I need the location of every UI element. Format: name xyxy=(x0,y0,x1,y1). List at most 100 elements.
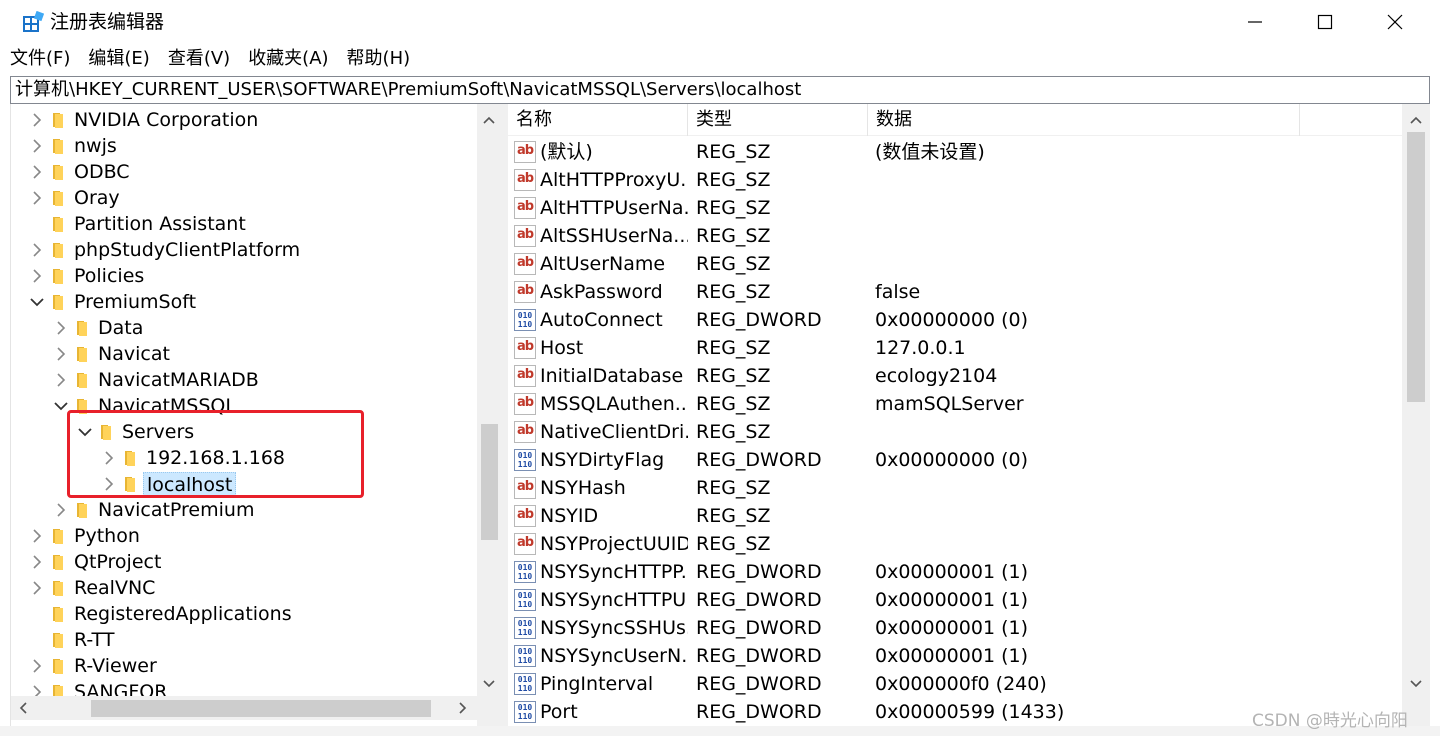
tree-item-navicat[interactable]: Navicat xyxy=(11,341,477,367)
value-row[interactable]: ab AltSSHUserNa... REG_SZ xyxy=(508,222,1402,250)
pane-splitter[interactable] xyxy=(500,104,508,726)
tree-item-nvidia-corporation[interactable]: NVIDIA Corporation xyxy=(11,107,477,133)
chevron-right-icon[interactable] xyxy=(101,450,117,466)
tree-vertical-thumb[interactable] xyxy=(481,424,498,540)
value-row[interactable]: 010 110 NSYDirtyFlag REG_DWORD 0x00000000 (0… xyxy=(508,446,1402,474)
folder-icon xyxy=(51,215,67,233)
tree-horizontal-scrollbar[interactable] xyxy=(11,696,477,720)
scroll-down-icon[interactable] xyxy=(1402,670,1430,698)
tree-item-localhost[interactable]: localhost xyxy=(11,471,477,498)
scroll-down-icon[interactable] xyxy=(477,672,500,696)
value-row[interactable]: ab (默认) REG_SZ (数值未设置) xyxy=(508,138,1402,166)
value-name: Port xyxy=(540,701,578,723)
tree-item-realvnc[interactable]: RealVNC xyxy=(11,575,477,601)
folder-icon xyxy=(51,527,67,545)
value-row[interactable]: ab InitialDatabase REG_SZ ecology2104 xyxy=(508,362,1402,390)
column-data[interactable]: 数据 xyxy=(868,104,1300,136)
scroll-up-icon[interactable] xyxy=(1402,106,1430,134)
chevron-right-icon[interactable] xyxy=(53,320,69,336)
tree-item-navicatmssql[interactable]: NavicatMSSQL xyxy=(11,393,477,419)
chevron-right-icon[interactable] xyxy=(29,112,45,128)
chevron-right-icon[interactable] xyxy=(29,268,45,284)
value-row[interactable]: ab NSYProjectUUID REG_SZ xyxy=(508,530,1402,558)
tree-item-label: NavicatPremium xyxy=(98,499,255,521)
scroll-up-icon[interactable] xyxy=(477,108,500,132)
chevron-right-icon[interactable] xyxy=(29,164,45,180)
tree-horizontal-thumb[interactable] xyxy=(91,700,431,717)
value-row[interactable]: 010 110 NSYSyncHTTPU... REG_DWORD 0x00000001… xyxy=(508,586,1402,614)
chevron-down-icon[interactable] xyxy=(29,294,45,310)
menu-view[interactable]: 查看(V) xyxy=(158,44,238,74)
value-row[interactable]: 010 110 NSYSyncHTTPP... REG_DWORD 0x00000001… xyxy=(508,558,1402,586)
value-row[interactable]: ab NSYHash REG_SZ xyxy=(508,474,1402,502)
chevron-right-icon[interactable] xyxy=(29,658,45,674)
address-bar[interactable]: 计算机\HKEY_CURRENT_USER\SOFTWARE\PremiumSo… xyxy=(10,76,1430,104)
menu-file[interactable]: 文件(F) xyxy=(0,44,78,74)
tree-item-qtproject[interactable]: QtProject xyxy=(11,549,477,575)
chevron-right-icon[interactable] xyxy=(29,190,45,206)
close-button[interactable] xyxy=(1360,0,1430,44)
value-name: NativeClientDri... xyxy=(540,421,688,443)
chevron-right-icon[interactable] xyxy=(29,554,45,570)
value-row[interactable]: ab AskPassword REG_SZ false xyxy=(508,278,1402,306)
tree-item-navicatmariadb[interactable]: NavicatMARIADB xyxy=(11,367,477,393)
value-row[interactable]: 010 110 NSYSyncUserN... REG_DWORD 0x00000001… xyxy=(508,642,1402,670)
folder-icon xyxy=(51,137,67,155)
tree-item-python[interactable]: Python xyxy=(11,523,477,549)
value-name: Host xyxy=(540,337,584,359)
minimize-button[interactable] xyxy=(1220,0,1290,44)
tree-item-registeredapplications[interactable]: RegisteredApplications xyxy=(11,601,477,627)
chevron-right-icon[interactable] xyxy=(53,502,69,518)
tree-item-partition-assistant[interactable]: Partition Assistant xyxy=(11,211,477,237)
tree-item-policies[interactable]: Policies xyxy=(11,263,477,289)
chevron-right-icon[interactable] xyxy=(29,242,45,258)
value-row[interactable]: 010 110 AutoConnect REG_DWORD 0x00000000 (0) xyxy=(508,306,1402,334)
binary-value-icon: 010 110 xyxy=(514,645,536,667)
chevron-right-icon[interactable] xyxy=(29,580,45,596)
chevron-right-icon[interactable] xyxy=(101,476,117,492)
tree-item-premiumsoft[interactable]: PremiumSoft xyxy=(11,289,477,315)
chevron-right-icon[interactable] xyxy=(29,138,45,154)
value-row[interactable]: 010 110 PingInterval REG_DWORD 0x000000f0 (2… xyxy=(508,670,1402,698)
tree-item-label: R-Viewer xyxy=(74,655,157,677)
chevron-right-icon[interactable] xyxy=(53,372,69,388)
folder-icon xyxy=(51,241,67,259)
scroll-right-icon[interactable] xyxy=(451,696,475,720)
maximize-button[interactable] xyxy=(1290,0,1360,44)
tree-vertical-scrollbar[interactable] xyxy=(477,104,500,696)
value-row[interactable]: 010 110 NSYSyncSSHUs... REG_DWORD 0x00000001… xyxy=(508,614,1402,642)
folder-icon xyxy=(75,345,91,363)
value-type: REG_DWORD xyxy=(696,589,822,611)
tree-item-navicatpremium[interactable]: NavicatPremium xyxy=(11,497,477,523)
column-name[interactable]: 名称 xyxy=(508,104,688,136)
column-type[interactable]: 类型 xyxy=(688,104,868,136)
value-row[interactable]: ab AltHTTPUserNa... REG_SZ xyxy=(508,194,1402,222)
value-row[interactable]: ab AltUserName REG_SZ xyxy=(508,250,1402,278)
chevron-down-icon[interactable] xyxy=(77,424,93,440)
values-vertical-scrollbar[interactable] xyxy=(1402,104,1430,726)
chevron-right-icon[interactable] xyxy=(29,528,45,544)
menu-help[interactable]: 帮助(H) xyxy=(337,44,419,74)
tree-item-r-tt[interactable]: R-TT xyxy=(11,627,477,653)
value-row[interactable]: ab Host REG_SZ 127.0.0.1 xyxy=(508,334,1402,362)
menu-favorites[interactable]: 收藏夹(A) xyxy=(238,44,336,74)
values-vertical-thumb[interactable] xyxy=(1407,132,1425,402)
tree-item-label: QtProject xyxy=(74,551,162,573)
tree-item-servers[interactable]: Servers xyxy=(11,419,477,445)
tree-item-odbc[interactable]: ODBC xyxy=(11,159,477,185)
tree-item-nwjs[interactable]: nwjs xyxy=(11,133,477,159)
value-row[interactable]: ab NativeClientDri... REG_SZ xyxy=(508,418,1402,446)
tree-item-data[interactable]: Data xyxy=(11,315,477,341)
chevron-right-icon[interactable] xyxy=(53,346,69,362)
value-row[interactable]: ab AltHTTPProxyU... REG_SZ xyxy=(508,166,1402,194)
value-row[interactable]: ab NSYID REG_SZ xyxy=(508,502,1402,530)
tree-item-phpstudyclientplatform[interactable]: phpStudyClientPlatform xyxy=(11,237,477,263)
scroll-left-icon[interactable] xyxy=(11,696,35,720)
tree-item-192-168-1-168[interactable]: 192.168.1.168 xyxy=(11,445,477,471)
chevron-down-icon[interactable] xyxy=(53,398,69,414)
tree-item-oray[interactable]: Oray xyxy=(11,185,477,211)
value-row[interactable]: ab MSSQLAuthen... REG_SZ mamSQLServer xyxy=(508,390,1402,418)
values-list: ab (默认) REG_SZ (数值未设置) ab AltHTTPProxyU... REG… xyxy=(508,138,1402,726)
tree-item-r-viewer[interactable]: R-Viewer xyxy=(11,653,477,679)
menu-edit[interactable]: 编辑(E) xyxy=(78,44,157,74)
